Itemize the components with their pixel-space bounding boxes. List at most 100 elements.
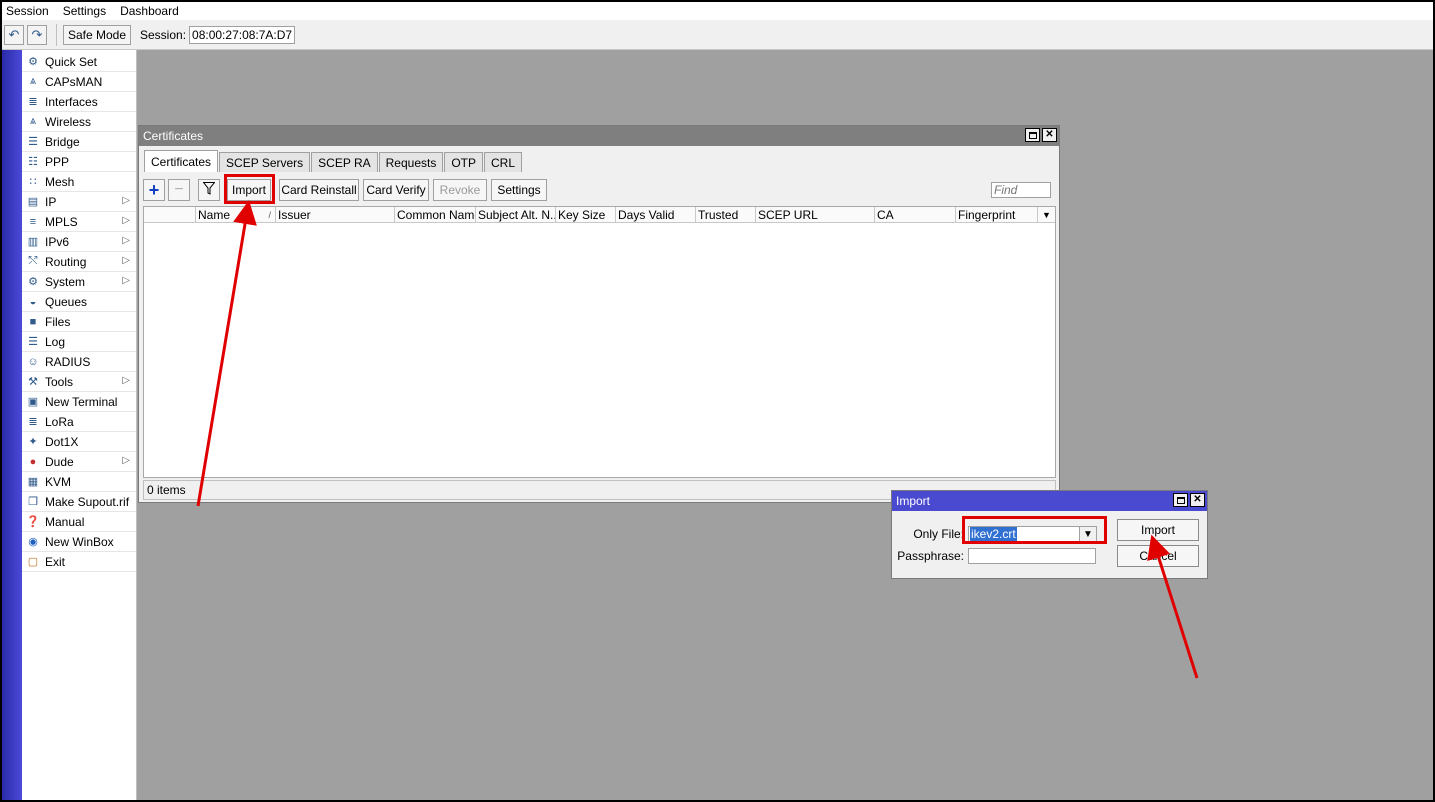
column-scep-url[interactable]: SCEP URL	[756, 207, 875, 223]
close-button[interactable]: ✕	[1042, 128, 1057, 142]
column-issuer[interactable]: Issuer	[276, 207, 395, 223]
card-reinstall-button[interactable]: Card Reinstall	[279, 179, 359, 201]
sidebar-item-queues[interactable]: ◒ Queues	[22, 292, 136, 312]
sidebar-item-bridge[interactable]: ☰ Bridge	[22, 132, 136, 152]
mpls-icon: ≡	[29, 215, 37, 228]
sidebar-item-label: Exit	[45, 554, 66, 569]
submenu-arrow-icon: ▷	[122, 455, 130, 466]
sidebar-item-log[interactable]: ☰ Log	[22, 332, 136, 352]
redo-button[interactable]: ↷	[27, 24, 47, 45]
column-days-valid[interactable]: Days Valid	[616, 207, 696, 223]
sidebar-item-label: MPLS	[45, 214, 78, 229]
columns-dropdown[interactable]: ▼	[1038, 207, 1055, 223]
tab-crl[interactable]: CRL	[484, 152, 523, 172]
sidebar-item-label: KVM	[45, 474, 72, 489]
sidebar-item-label: New WinBox	[45, 534, 114, 549]
column-name[interactable]: Name /	[196, 207, 276, 223]
sidebar-item-manual[interactable]: ❓ Manual	[22, 512, 136, 532]
menu-dashboard[interactable]: Dashboard	[120, 4, 179, 18]
import-close-button[interactable]: ✕	[1190, 493, 1205, 507]
filter-icon	[202, 182, 216, 198]
tab-requests[interactable]: Requests	[378, 152, 444, 172]
submenu-arrow-icon: ▷	[122, 375, 130, 386]
passphrase-input[interactable]	[968, 548, 1096, 564]
sidebar-item-radius[interactable]: ☺ RADIUS	[22, 352, 136, 372]
tab-scep-ra[interactable]: SCEP RA	[311, 152, 378, 172]
sidebar-item-capsman[interactable]: ⩓ CAPsMAN	[22, 72, 136, 92]
sidebar-item-make-supout-rif[interactable]: ❒ Make Supout.rif	[22, 492, 136, 512]
mesh-icon: ∷	[29, 176, 37, 188]
sidebar-item-label: IPv6	[45, 234, 70, 249]
sidebar-item-wireless[interactable]: ⩓ Wireless	[22, 112, 136, 132]
certificates-toolbar: + − Import Card Reinstall Card Verify Re…	[143, 179, 1055, 203]
passphrase-label: Passphrase:	[897, 549, 964, 563]
capsman-icon: ⩓	[29, 75, 37, 87]
routing-icon: ⤲	[28, 255, 38, 267]
minus-icon: −	[174, 181, 184, 198]
kvm-icon: ▦	[27, 476, 39, 488]
import-title-bar[interactable]: Import ✕	[892, 491, 1207, 511]
add-button[interactable]: +	[143, 179, 165, 201]
find-input[interactable]	[991, 182, 1051, 198]
maximize-button[interactable]	[1025, 128, 1040, 142]
sidebar-item-dot1x[interactable]: ✦ Dot1X	[22, 432, 136, 452]
sidebar-item-label: Manual	[45, 514, 85, 529]
card-verify-button[interactable]: Card Verify	[363, 179, 429, 201]
sidebar-item-exit[interactable]: ▢ Exit	[22, 552, 136, 572]
column-blank[interactable]	[144, 207, 196, 223]
redo-icon: ↷	[31, 26, 43, 42]
undo-button[interactable]: ↶	[4, 24, 24, 45]
sidebar-item-dude[interactable]: ● Dude ▷	[22, 452, 136, 472]
sidebar-item-mesh[interactable]: ∷ Mesh	[22, 172, 136, 192]
sidebar-item-kvm[interactable]: ▦ KVM	[22, 472, 136, 492]
sidebar-item-system[interactable]: ⚙ System ▷	[22, 272, 136, 292]
sidebar-item-new-terminal[interactable]: ▣ New Terminal	[22, 392, 136, 412]
safe-mode-button[interactable]: Safe Mode	[63, 24, 131, 45]
column-ca[interactable]: CA	[875, 207, 956, 223]
sidebar-item-mpls[interactable]: ≡ MPLS ▷	[22, 212, 136, 232]
settings-button[interactable]: Settings	[491, 179, 547, 201]
tab-scep-servers[interactable]: SCEP Servers	[219, 152, 311, 172]
sidebar-item-tools[interactable]: ⚒ Tools ▷	[22, 372, 136, 392]
sidebar-item-ipv6[interactable]: ▥ IPv6 ▷	[22, 232, 136, 252]
sidebar-item-lora[interactable]: ≣ LoRa	[22, 412, 136, 432]
tab-certificates[interactable]: Certificates	[144, 150, 219, 172]
table-header: Name / Issuer Common Name Subject Alt. N…	[144, 207, 1055, 223]
chevron-down-icon: ▼	[1042, 210, 1051, 220]
sidebar-item-quick-set[interactable]: ⚙ Quick Set	[22, 52, 136, 72]
quick-set-icon: ⚙	[28, 56, 38, 68]
revoke-button[interactable]: Revoke	[433, 179, 487, 201]
menubar: Session Settings Dashboard	[2, 2, 1433, 20]
menu-session[interactable]: Session	[6, 4, 49, 18]
submenu-arrow-icon: ▷	[122, 235, 130, 246]
dialog-import-button[interactable]: Import	[1117, 519, 1199, 541]
filter-button[interactable]	[198, 179, 220, 201]
submenu-arrow-icon: ▷	[122, 215, 130, 226]
sidebar-item-ppp[interactable]: ☷ PPP	[22, 152, 136, 172]
dialog-cancel-button[interactable]: Cancel	[1117, 545, 1199, 567]
sidebar-item-new-winbox[interactable]: ◉ New WinBox	[22, 532, 136, 552]
column-common-name[interactable]: Common Name	[395, 207, 476, 223]
sidebar-item-interfaces[interactable]: ≣ Interfaces	[22, 92, 136, 112]
undo-icon: ↶	[8, 26, 20, 42]
column-fingerprint[interactable]: Fingerprint	[956, 207, 1038, 223]
sidebar-item-routing[interactable]: ⤲ Routing ▷	[22, 252, 136, 272]
sidebar-item-label: PPP	[45, 154, 70, 169]
certificates-table: Name / Issuer Common Name Subject Alt. N…	[143, 206, 1056, 478]
ipv6-icon: ▥	[27, 236, 39, 248]
certificates-tabs: Certificates SCEP Servers SCEP RA Reques…	[144, 150, 523, 172]
sidebar-item-ip[interactable]: ▤ IP ▷	[22, 192, 136, 212]
import-maximize-button[interactable]	[1173, 493, 1188, 507]
system-icon: ⚙	[28, 276, 38, 288]
column-key-size[interactable]: Key Size	[556, 207, 616, 223]
menu-settings[interactable]: Settings	[63, 4, 106, 18]
tools-icon: ⚒	[28, 376, 38, 388]
tab-otp[interactable]: OTP	[444, 152, 484, 172]
certificates-title: Certificates	[143, 129, 204, 143]
column-subject-alt[interactable]: Subject Alt. N...	[476, 207, 556, 223]
column-trusted[interactable]: Trusted	[696, 207, 756, 223]
sidebar-item-files[interactable]: ■ Files	[22, 312, 136, 332]
certificates-title-bar[interactable]: Certificates ✕	[139, 126, 1059, 146]
remove-button[interactable]: −	[168, 179, 190, 201]
ip-icon: ▤	[27, 196, 39, 208]
